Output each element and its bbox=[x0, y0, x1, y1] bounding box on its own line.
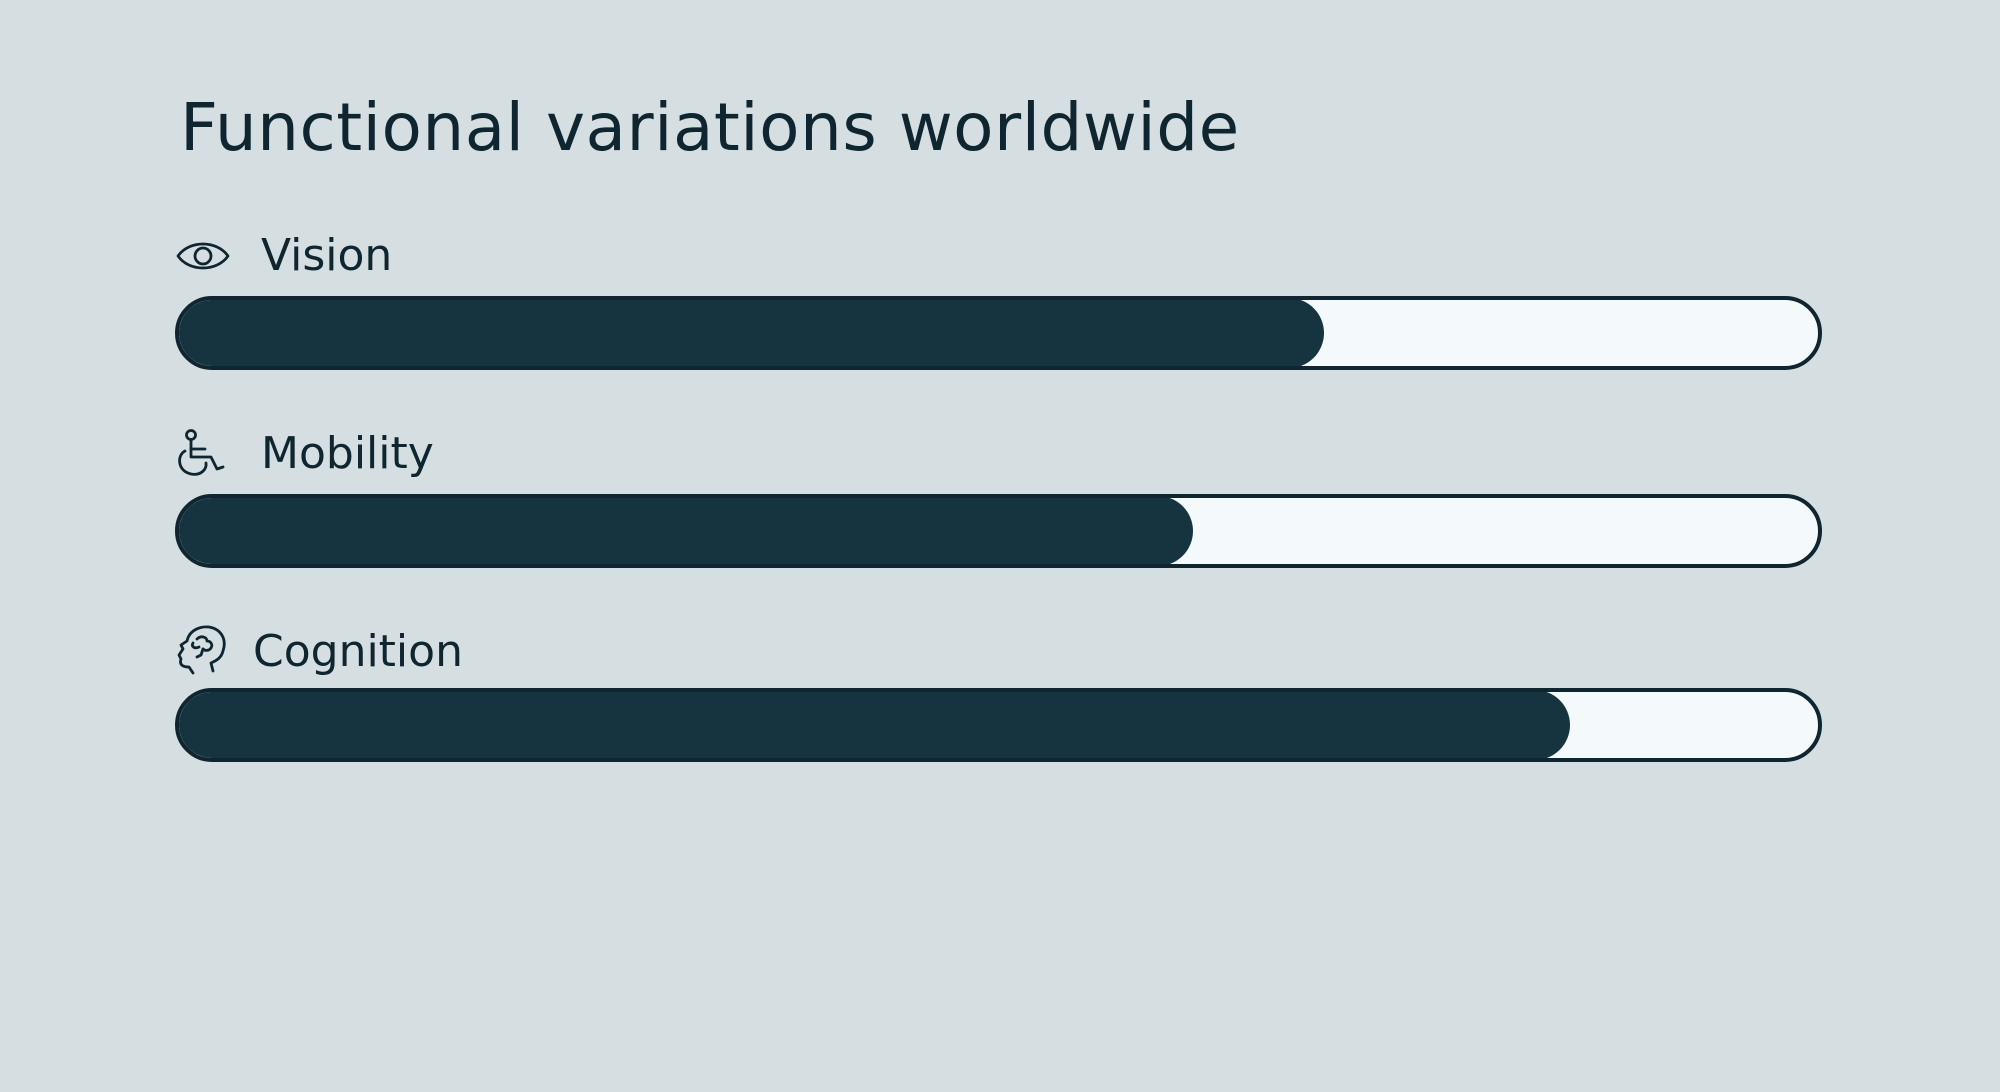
progress-fill bbox=[179, 300, 1325, 366]
progress-track bbox=[175, 296, 1822, 370]
progress-fill bbox=[179, 498, 1194, 564]
page-title: Functional variations worldwide bbox=[180, 89, 1240, 166]
metric-header: Mobility bbox=[175, 426, 1822, 482]
progress-track bbox=[175, 494, 1822, 568]
metric-label: Cognition bbox=[253, 626, 463, 677]
metric-label: Vision bbox=[261, 230, 393, 281]
metric-mobility: Mobility bbox=[175, 426, 1822, 568]
progress-track bbox=[175, 688, 1822, 762]
metric-cognition: Cognition bbox=[175, 624, 1822, 762]
metric-vision: Vision bbox=[175, 228, 1822, 370]
progress-fill bbox=[179, 692, 1571, 758]
wheelchair-icon bbox=[175, 426, 235, 482]
brain-head-icon bbox=[175, 624, 235, 680]
metric-header: Cognition bbox=[175, 624, 1822, 680]
metric-label: Mobility bbox=[261, 428, 434, 479]
metric-header: Vision bbox=[175, 228, 1822, 284]
eye-icon bbox=[175, 228, 235, 284]
page: Functional variations worldwide Vision M… bbox=[0, 0, 2000, 1092]
